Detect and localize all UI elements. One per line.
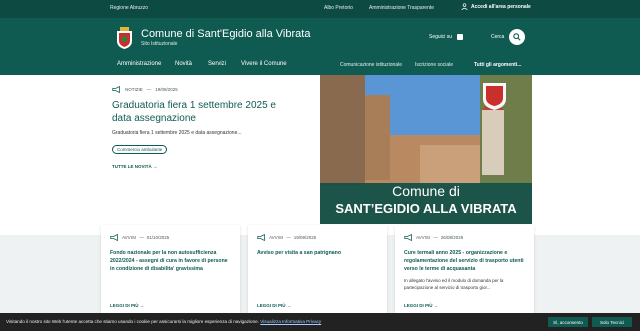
card-category: AVVISI [416,235,431,240]
card-date: 26/08/2025 [440,235,464,240]
nav-servizi[interactable]: Servizi [208,61,226,67]
megaphone-icon [404,234,412,241]
card-title[interactable]: Fondo nazionale per la non autosufficien… [110,249,232,273]
card-category: AVVISI [122,235,137,240]
login-label: Accedi all'area personale [471,3,531,10]
meta-dash: — [146,87,152,92]
hero-meta: NOTIZIE — 19/08/2025 [112,86,178,93]
megaphone-icon [110,234,118,241]
read-more-link[interactable]: LEGGI DI PIÙ → [110,303,144,308]
news-card[interactable]: AVVISI — 01/10/2025 Fondo nazionale per … [101,225,240,313]
cookie-text: Visitando il nostro sito Web l'utente ac… [6,319,259,324]
search-icon [513,33,521,41]
news-card[interactable]: AVVISI — 19/09/2025 Avviso per visita a … [248,225,387,313]
coat-of-arms-logo[interactable] [115,26,134,50]
card-meta: AVVISI — 01/10/2025 [110,234,169,241]
news-card[interactable]: AVVISI — 26/08/2025 Cure termali anno 20… [395,225,534,313]
search-label: Cerca [491,34,505,40]
nav-comunicazione-istituzionale[interactable]: Comunicazione istituzionale [340,62,402,68]
site-subtitle: Sito Istituzionale [141,41,178,47]
meta-dash: — [286,235,291,240]
privacy-policy-link[interactable]: Visualizza Informativa Privacy [260,319,321,324]
nav-novita[interactable]: Novità [175,61,192,67]
hero-title[interactable]: Graduatoria fiera 1 settembre 2025 e dat… [112,99,282,125]
card-meta: AVVISI — 19/09/2025 [257,234,316,241]
social-follow: Seguici su [429,34,464,40]
hero-description: Graduatoria fiera 1 settembre 2025 e dat… [112,130,242,136]
hero-section: NOTIZIE — 19/08/2025 Graduatoria fiera 1… [0,75,640,235]
read-more-link[interactable]: LEGGI DI PIÙ → [404,303,438,308]
card-date: 01/10/2025 [146,235,170,240]
top-bar: Regione Abruzzo Albo Pretorio Amministra… [0,0,640,18]
technical-cookies-button[interactable]: Solo Tecnici [592,317,632,327]
read-more-label: LEGGI DI PIÙ [257,303,286,308]
card-description: In allegato l'avviso ed il modulo di dom… [404,278,504,290]
hero-photo: Comune di SANT’EGIDIO ALLA VIBRATA [320,75,532,224]
cookie-text-wrap: Visitando il nostro sito Web l'utente ac… [6,319,321,324]
card-title[interactable]: Cure termali anno 2025 - organizzazione … [404,249,526,273]
photo-caption-line2: SANT’EGIDIO ALLA VIBRATA [335,201,517,216]
megaphone-icon [112,86,120,93]
all-news-label: TUTTE LE NOVITÀ [112,164,152,169]
nav-vivere-il-comune[interactable]: Vivere il Comune [241,61,287,67]
read-more-label: LEGGI DI PIÙ [110,303,139,308]
region-link[interactable]: Regione Abruzzo [110,5,148,11]
hero-tag[interactable]: Commercio ambulante [112,145,168,154]
meta-dash: — [139,235,144,240]
card-date: 19/09/2025 [293,235,317,240]
nav-amministrazione[interactable]: Amministrazione [117,61,161,67]
read-more-label: LEGGI DI PIÙ [404,303,433,308]
read-more-link[interactable]: LEGGI DI PIÙ → [257,303,291,308]
megaphone-icon [257,234,265,241]
card-title[interactable]: Avviso per visita a san patrignano [257,249,379,257]
search-button[interactable] [509,29,525,45]
amministrazione-trasparente-link[interactable]: Amministrazione Trasparente [369,5,434,11]
nav-iscrizione-sociale[interactable]: Iscrizione sociale [415,62,453,68]
accept-cookies-button[interactable]: Sì, acconsento [548,317,588,327]
site-title[interactable]: Comune di Sant'Egidio alla Vibrata [141,28,310,40]
card-meta: AVVISI — 26/08/2025 [404,234,463,241]
town-photo-image: Comune di SANT’EGIDIO ALLA VIBRATA [320,75,532,224]
hero-category: NOTIZIE [125,87,143,92]
card-category: AVVISI [269,235,284,240]
facebook-icon[interactable] [457,34,464,40]
albo-pretorio-link[interactable]: Albo Pretorio [324,5,353,11]
all-news-link[interactable]: TUTTE LE NOVITÀ → [112,164,158,169]
hero-date: 19/08/2025 [155,87,178,92]
login-link[interactable]: Accedi all'area personale [461,3,531,10]
nav-tutti-gli-argomenti[interactable]: Tutti gli argomenti... [474,62,521,68]
meta-dash: — [433,235,438,240]
follow-label: Seguici su [429,34,453,40]
photo-caption-line1: Comune di [392,183,460,199]
cookie-banner: Visitando il nostro sito Web l'utente ac… [0,313,640,331]
site-header: Comune di Sant'Egidio alla Vibrata Sito … [0,18,640,75]
user-icon [461,3,468,10]
news-cards-section: AVVISI — 01/10/2025 Fondo nazionale per … [0,225,640,313]
